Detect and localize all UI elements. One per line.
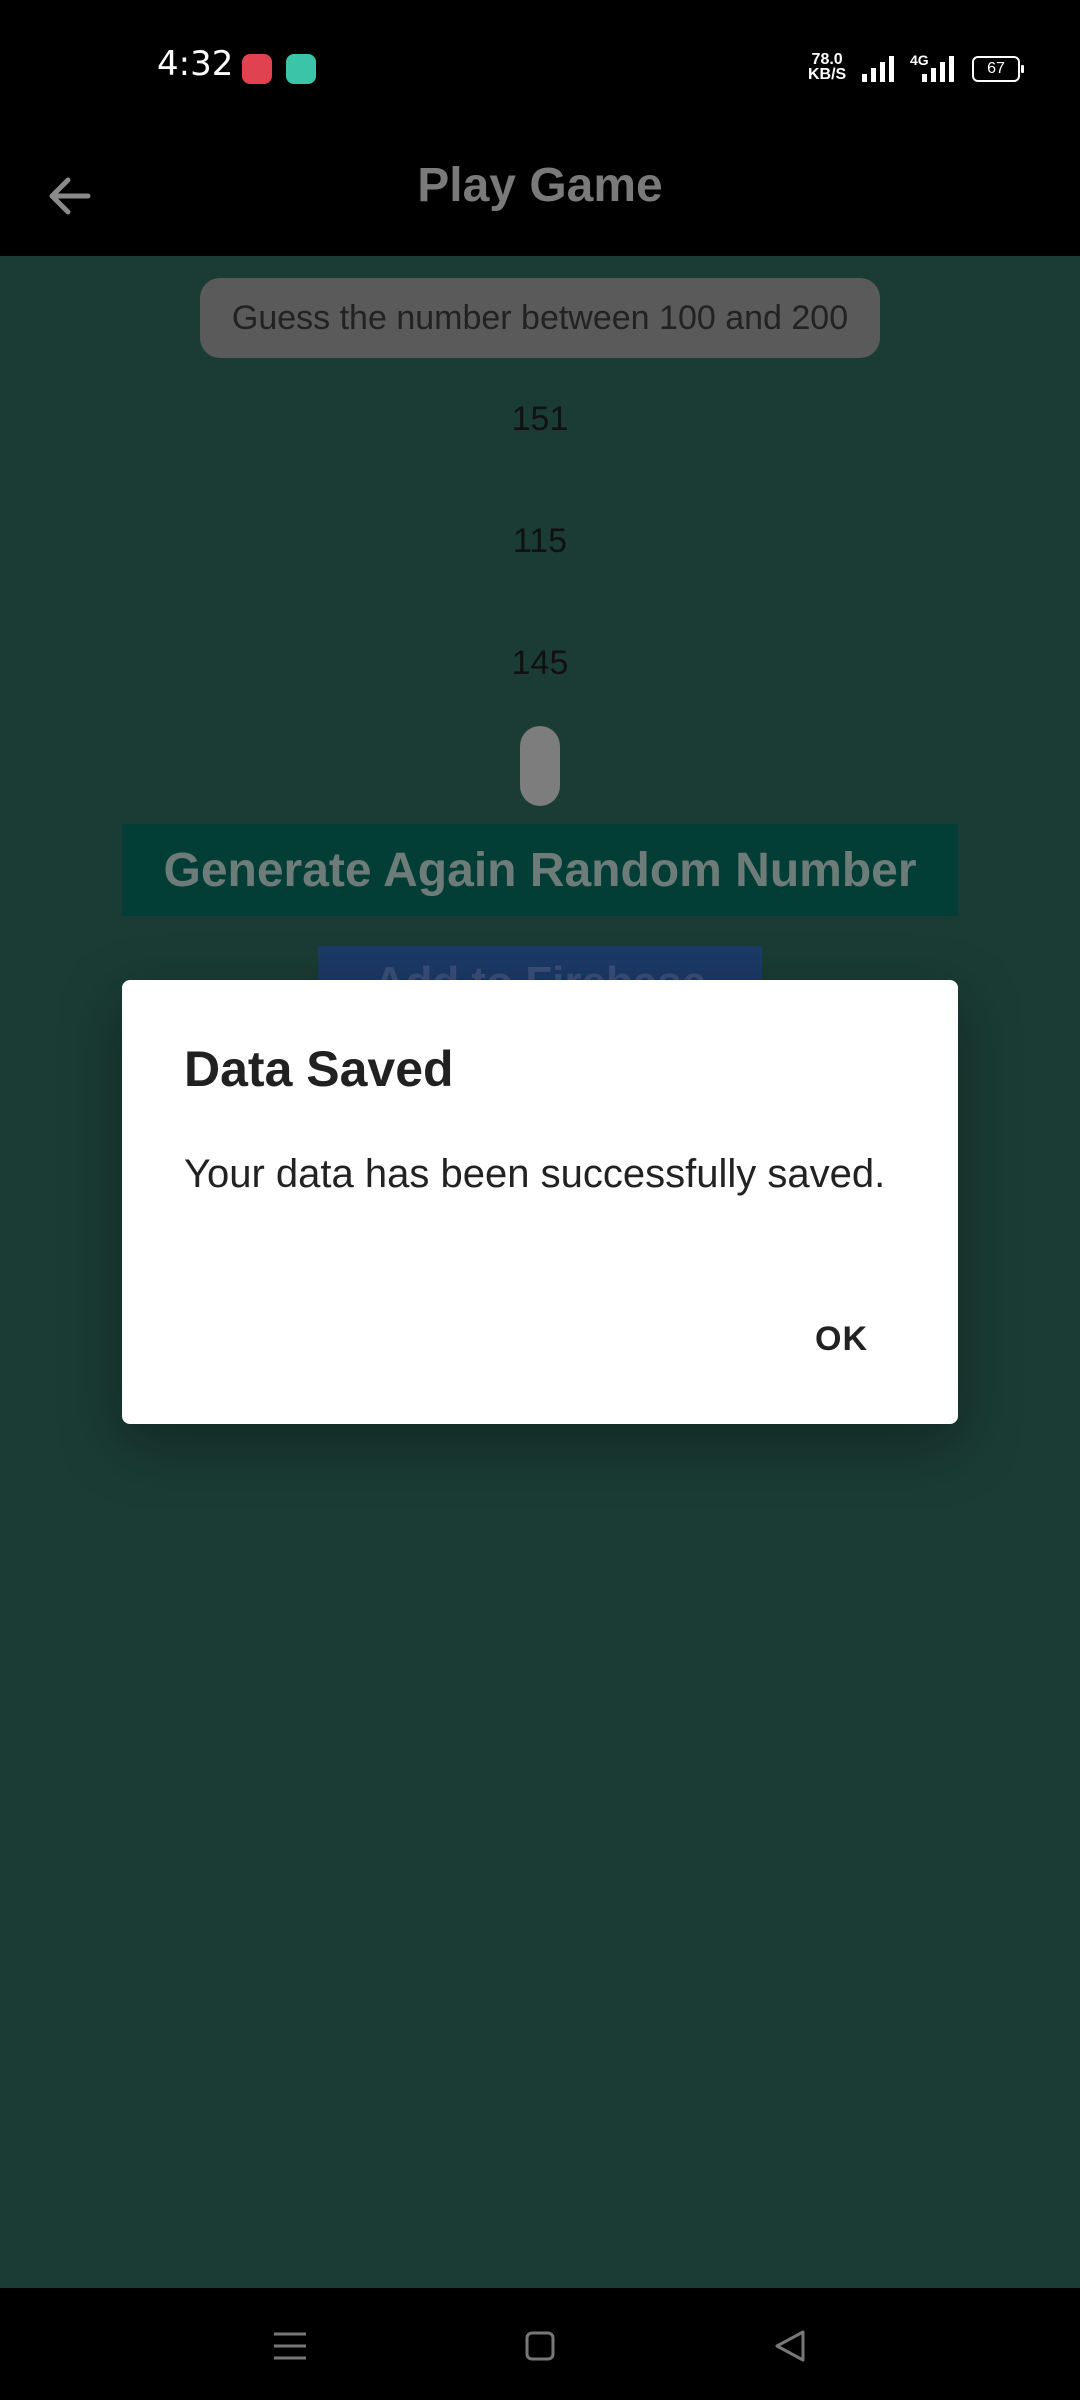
recent-apps-button[interactable] bbox=[260, 2316, 320, 2376]
generate-random-button[interactable]: Generate Again Random Number bbox=[122, 824, 958, 916]
chat-app-icon bbox=[286, 54, 316, 84]
guess-item: 115 bbox=[512, 522, 568, 560]
home-button[interactable] bbox=[510, 2316, 570, 2376]
network-speed: 78.0 KB/S bbox=[808, 51, 847, 83]
signal-icon bbox=[862, 56, 894, 82]
dialog-message: Your data has been successfully saved. bbox=[184, 1152, 886, 1196]
signal-4g-icon bbox=[922, 56, 954, 82]
speed-value: 78.0 bbox=[811, 51, 843, 68]
dialog-title: Data Saved bbox=[184, 1041, 454, 1097]
speed-unit: KB/S bbox=[808, 66, 847, 83]
data-saved-dialog: Data Saved Your data has been successful… bbox=[122, 980, 958, 1424]
status-time: 4:32 bbox=[157, 44, 234, 84]
guess-prompt: Guess the number between 100 and 200 bbox=[200, 278, 880, 358]
guess-item: 151 bbox=[511, 400, 569, 438]
battery-level: 67 bbox=[987, 60, 1005, 77]
menu-icon bbox=[274, 2332, 306, 2360]
status-bar: 4:32 78.0 KB/S 4G 67 bbox=[0, 0, 1080, 136]
number-input[interactable] bbox=[520, 726, 560, 806]
back-triangle-icon bbox=[775, 2330, 805, 2362]
home-icon bbox=[525, 2331, 555, 2361]
system-nav-bar bbox=[0, 2288, 1080, 2400]
ok-button[interactable]: OK bbox=[815, 1320, 868, 1359]
guess-item: 145 bbox=[511, 644, 569, 682]
battery-icon: 67 bbox=[972, 56, 1024, 82]
app-bar: Play Game bbox=[0, 136, 1080, 256]
back-nav-button[interactable] bbox=[760, 2316, 820, 2376]
screen-record-icon bbox=[242, 54, 272, 84]
page-title: Play Game bbox=[417, 159, 663, 212]
